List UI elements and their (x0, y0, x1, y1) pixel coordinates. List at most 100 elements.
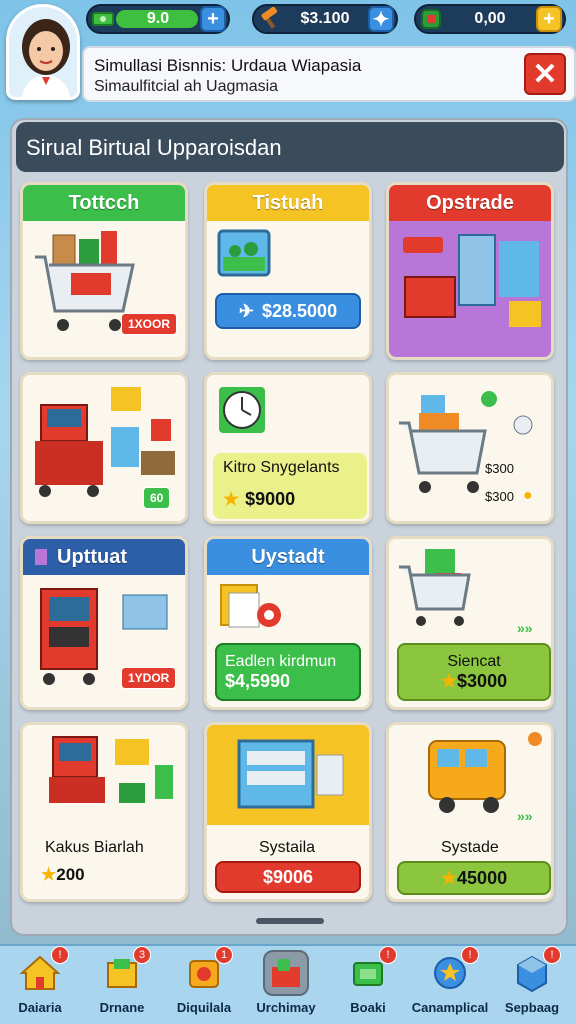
delivery-truck-icon: »» (428, 732, 542, 824)
register-counter-icon (49, 736, 173, 803)
card-label: Siencat (447, 652, 501, 670)
buy-button[interactable]: $9006 (215, 861, 361, 893)
buy-button[interactable]: Siencat ★$3000 (397, 643, 551, 701)
card-illustration (389, 221, 551, 357)
shop-card-12[interactable]: »» Systade ★ 45000 (386, 722, 554, 902)
add-money-button[interactable]: + (200, 6, 226, 32)
avatar-portrait (9, 7, 77, 97)
player-avatar[interactable] (6, 4, 80, 100)
card-header: Tistuah (207, 185, 369, 221)
materials-value: $3.100 (300, 10, 350, 27)
resource-bar: 9.0 + $3.100 ✦ 0,00 + (0, 0, 576, 44)
card-header: Upttuat (23, 539, 185, 575)
shop-card-8[interactable]: Uystadt Eadlen kirdmun $4,5990 (204, 536, 372, 710)
card-price-tag: 1YDOR (121, 667, 177, 689)
nav-label: Drnane (99, 1000, 145, 1015)
nav-item-ticket[interactable]: ! Boaki (332, 946, 404, 1024)
card-tag-label: 1XOOR (128, 317, 171, 331)
crate-icon: ! (509, 946, 561, 996)
nav-label: Daiaria (18, 1000, 62, 1015)
store-shelves-icon (403, 234, 541, 327)
coins-icon: 1 (181, 946, 233, 996)
star-icon: ★ (223, 488, 240, 509)
plane-icon: ✈ (238, 300, 254, 321)
panel-title: Sirual Birtual Upparoisdan (26, 135, 282, 160)
card-label: Systade (441, 839, 499, 856)
nav-label: Boaki (350, 1000, 386, 1015)
shop-card-9[interactable]: »» Siencat ★$3000 (386, 536, 554, 710)
gems-resource: 0,00 + (414, 4, 566, 34)
buy-button-label: 45000 (457, 867, 508, 888)
card-label: Systaila (259, 839, 316, 856)
add-materials-button[interactable]: ✦ (368, 6, 394, 32)
price-line-1: $300 (485, 461, 514, 476)
scroll-indicator[interactable] (256, 918, 324, 924)
nav-badge: ! (461, 946, 479, 964)
nav-item-crate[interactable]: ! Sepbaag (496, 946, 568, 1024)
shop-icon (263, 950, 309, 996)
star-icon: ★ (440, 867, 458, 888)
landscape-picture-icon (217, 229, 271, 277)
shop-card-5[interactable]: Kitro Snygelants ★ $9000 (204, 372, 372, 524)
shop-card-2[interactable]: Tistuah ✈ $28.5000 (204, 182, 372, 360)
nav-label: Canamplical (411, 1000, 489, 1015)
shopping-cart-icon: »» (399, 549, 533, 636)
shop-card-10[interactable]: Kakus Biarlah ★200 (20, 722, 188, 902)
card-header: Uystadt (207, 539, 369, 575)
buy-button[interactable]: ✈ $28.5000 (215, 293, 361, 329)
nav-label: Urchimay (256, 1000, 316, 1015)
buy-button[interactable]: ★ 45000 (397, 861, 551, 895)
card-price-value: 200 (56, 865, 85, 884)
nav-item-box[interactable]: 3 Drnane (86, 946, 158, 1024)
coin-icon: ● (523, 487, 533, 504)
nav-item-coins[interactable]: 1 Diquilala (168, 946, 240, 1024)
buy-button[interactable]: ★ $9000 (223, 485, 353, 513)
shopping-cart-icon (35, 231, 135, 331)
nav-badge: ! (379, 946, 397, 964)
shop-card-6[interactable]: $300 $300 ● (386, 372, 554, 524)
buy-button-label: $9000 (245, 488, 296, 509)
buy-button[interactable]: Eadlen kirdmun $4,5990 (215, 643, 361, 701)
shop-card-4[interactable]: 60 (20, 372, 188, 524)
documents-icon (220, 584, 281, 628)
card-badge-label: 60 (150, 491, 164, 505)
nav-label: Sepbaag (504, 1000, 560, 1015)
nav-item-shop[interactable]: Urchimay (250, 950, 322, 1024)
panel-title-bar: Sirual Birtual Upparoisdan (16, 122, 564, 172)
price-line-2: $300 (485, 489, 514, 504)
nav-item-globe[interactable]: ! Canamplical (411, 946, 489, 1024)
vending-shelf-icon (237, 739, 344, 809)
card-header: Tottcch (23, 185, 185, 221)
card-illustration (207, 725, 369, 825)
shop-card-3[interactable]: Opstrade (386, 182, 554, 360)
svg-text:»»: »» (517, 620, 533, 636)
mission-header: Simullasi Bisnnis: Urdaua Wiapasia Simau… (82, 46, 576, 102)
shop-card-1[interactable]: Tottcch 1XOOR (20, 182, 188, 360)
box-icon: 3 (99, 946, 151, 996)
money-resource: 9.0 + (86, 4, 230, 34)
clock-icon (219, 387, 265, 433)
nav-label: Diquilala (176, 1000, 232, 1015)
shop-card-11[interactable]: Systaila $9006 (204, 722, 372, 902)
materials-resource: $3.100 ✦ (252, 4, 398, 34)
nav-badge: 1 (215, 946, 233, 964)
add-gems-button[interactable]: + (536, 6, 562, 32)
card-price: ★200 (41, 865, 85, 885)
nav-item-home[interactable]: ! Daiaria (4, 946, 76, 1024)
card-header: Opstrade (389, 185, 551, 221)
card-label: Kakus Biarlah (45, 839, 144, 856)
shop-card-7[interactable]: Upttuat 1YDOR (20, 536, 188, 710)
star-icon: ★ (41, 865, 57, 884)
buy-button-label: $28.5000 (262, 300, 338, 321)
header-subtitle: Simaulfitcial ah Uagmasia (94, 78, 279, 95)
bottom-navigation: ! Daiaria 3 Drnane 1 Diquilala Urchimay … (0, 944, 576, 1024)
hammer-icon (256, 6, 282, 32)
globe-icon: ! (427, 946, 479, 996)
home-icon: ! (17, 946, 69, 996)
card-label: Eadlen kirdmun (225, 652, 337, 670)
card-header-label: Upttuat (57, 545, 127, 568)
card-price-tag: 1XOOR (121, 313, 178, 335)
close-button[interactable]: ✕ (524, 53, 566, 95)
buy-button-label: $3000 (457, 670, 508, 691)
bookmark-icon (35, 549, 47, 565)
